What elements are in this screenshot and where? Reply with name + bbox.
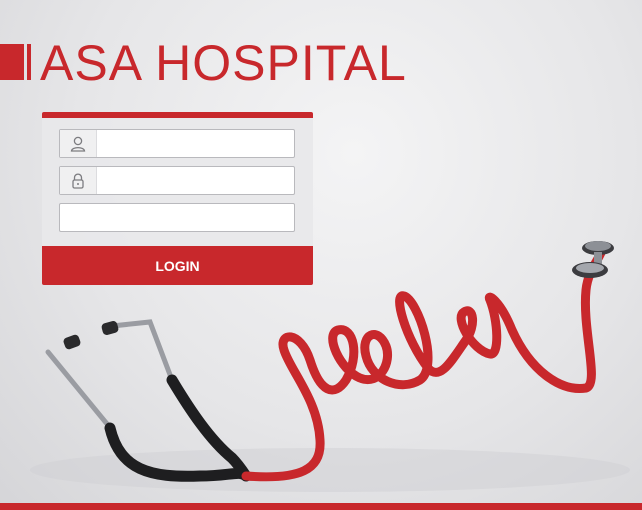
login-panel: LOGIN	[42, 112, 313, 285]
earpiece-left	[63, 334, 81, 350]
hospital-title: ASA HOSPITAL	[40, 35, 407, 91]
brand-bar-thin	[27, 44, 31, 80]
brand-bar	[0, 44, 24, 80]
bottom-strip	[0, 503, 642, 510]
login-button[interactable]: LOGIN	[42, 246, 313, 285]
extra-field-wrapper	[59, 203, 295, 233]
earpiece-right	[101, 321, 119, 335]
stethoscope-binaural	[45, 349, 115, 433]
username-input[interactable]	[98, 130, 292, 159]
extra-input[interactable]	[66, 204, 292, 233]
lock-icon	[60, 167, 97, 194]
username-field-wrapper	[59, 129, 295, 159]
user-icon	[60, 130, 97, 157]
password-input[interactable]	[98, 167, 292, 196]
password-field-wrapper	[59, 166, 295, 196]
